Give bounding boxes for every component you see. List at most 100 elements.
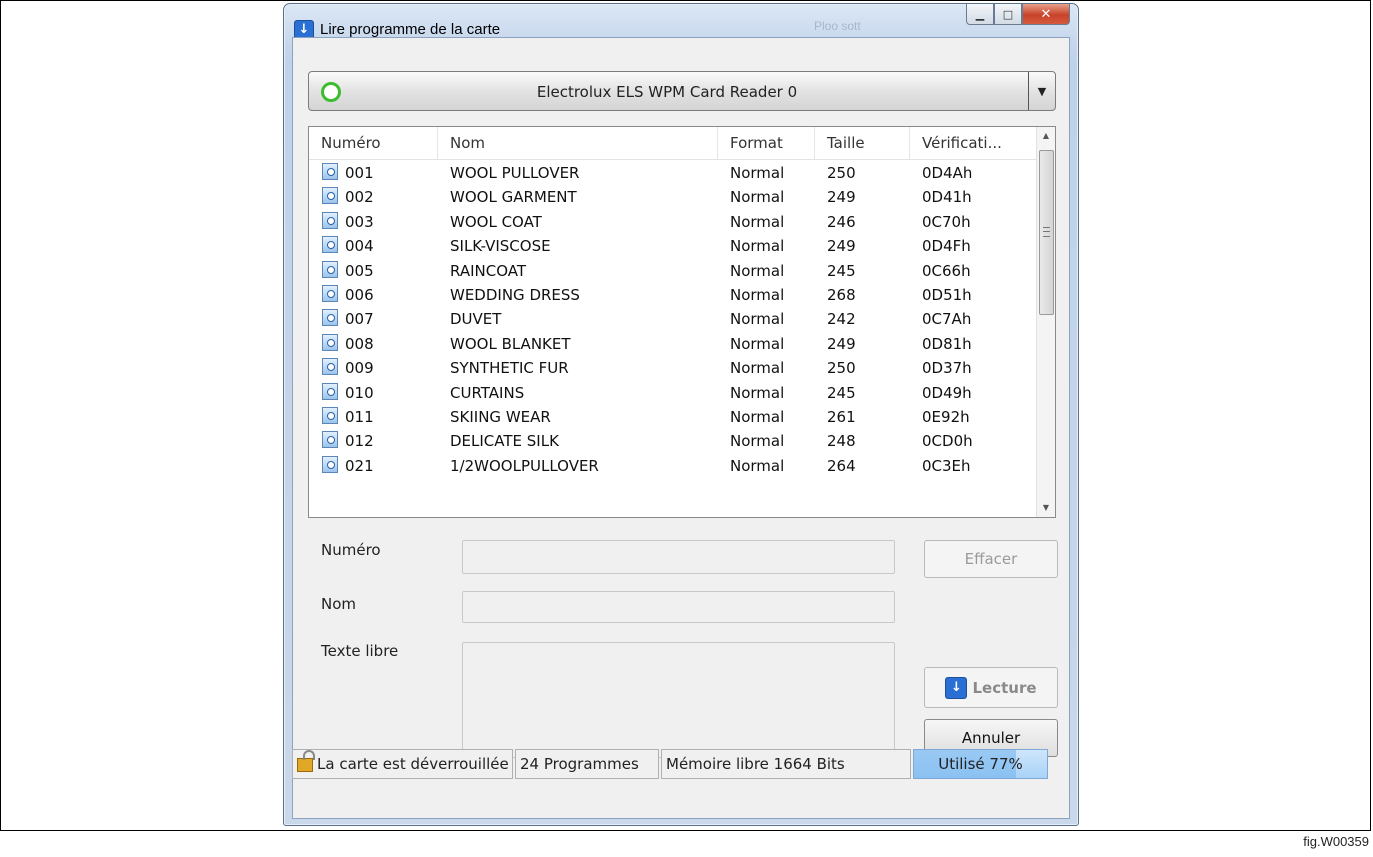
table-row[interactable]: 010 CURTAINS Normal 245 0D49h — [309, 381, 1037, 405]
table-row[interactable]: 006 WEDDING DRESS Normal 268 0D51h — [309, 283, 1037, 307]
row-format: Normal — [730, 407, 785, 426]
maximize-icon: □ — [1002, 7, 1014, 21]
row-size: 246 — [827, 212, 856, 231]
row-checksum: 0D4Ah — [922, 164, 973, 182]
row-name: WOOL COAT — [450, 212, 542, 231]
row-name: WOOL PULLOVER — [450, 164, 580, 182]
row-checksum: 0D41h — [922, 188, 972, 207]
row-number: 003 — [345, 212, 374, 231]
reader-select-label: Electrolux ELS WPM Card Reader 0 — [536, 83, 798, 101]
row-checksum: 0D81h — [922, 334, 972, 353]
program-file-icon — [322, 260, 338, 278]
cancel-button-label: Annuler — [961, 729, 1021, 747]
row-size: 245 — [827, 261, 856, 280]
table-row[interactable]: 005 RAINCOAT Normal 245 0C66h — [309, 259, 1037, 283]
free-text-label: Texte libre — [321, 642, 399, 660]
program-file-icon — [322, 163, 338, 180]
table-row[interactable]: 003 WOOL COAT Normal 246 0C70h — [309, 210, 1037, 234]
dialog-window: ↓ Lire programme de la carte Ploo sott ▁… — [283, 3, 1079, 826]
programs-count-text: 24 Programmes — [520, 755, 639, 773]
read-button[interactable]: ↓ Lecture — [924, 667, 1058, 708]
program-list[interactable]: Numéro Nom Format Taille Vérificati... 0… — [308, 126, 1056, 518]
row-name: CURTAINS — [450, 383, 525, 402]
table-row[interactable]: 001 WOOL PULLOVER Normal 250 0D4Ah — [309, 161, 1037, 185]
program-file-icon — [322, 358, 338, 376]
row-number: 005 — [345, 261, 374, 280]
vertical-scrollbar[interactable]: ▲ ▼ — [1036, 127, 1055, 517]
table-row[interactable]: 004 SILK-VISCOSE Normal 249 0D4Fh — [309, 234, 1037, 258]
dialog-client: Electrolux ELS WPM Card Reader 0 ▼ Numér… — [292, 37, 1070, 819]
minimize-icon: ▁ — [975, 7, 985, 21]
table-row[interactable]: 009 SYNTHETIC FUR Normal 250 0D37h — [309, 356, 1037, 380]
lock-status-panel: La carte est déverrouillée — [292, 749, 513, 779]
scroll-down-icon[interactable]: ▼ — [1037, 499, 1055, 517]
clear-button[interactable]: Effacer — [924, 540, 1058, 578]
row-number: 006 — [345, 285, 374, 304]
program-file-icon — [322, 455, 338, 473]
free-memory-panel: Mémoire libre 1664 Bits — [661, 749, 911, 779]
row-format: Normal — [730, 212, 785, 231]
scroll-up-icon[interactable]: ▲ — [1037, 127, 1055, 145]
row-size: 245 — [827, 383, 856, 402]
row-format: Normal — [730, 237, 785, 256]
close-button[interactable]: ✕ — [1022, 4, 1070, 25]
table-row[interactable]: 021 1/2WOOLPULLOVER Normal 264 0C3Eh — [309, 454, 1037, 478]
program-file-icon — [322, 382, 338, 400]
row-number: 021 — [345, 456, 374, 475]
row-name: SYNTHETIC FUR — [450, 359, 569, 378]
row-checksum: 0D49h — [922, 383, 972, 402]
program-file-icon — [322, 309, 338, 327]
row-size: 249 — [827, 334, 856, 353]
number-field[interactable] — [462, 540, 895, 574]
row-number: 007 — [345, 310, 374, 329]
minimize-button[interactable]: ▁ — [966, 4, 994, 25]
chevron-down-icon[interactable]: ▼ — [1028, 72, 1055, 110]
clear-button-label: Effacer — [964, 550, 1018, 568]
row-checksum: 0C70h — [922, 212, 971, 231]
table-row[interactable]: 008 WOOL BLANKET Normal 249 0D81h — [309, 332, 1037, 356]
row-format: Normal — [730, 285, 785, 304]
maximize-button[interactable]: □ — [994, 4, 1022, 25]
table-row[interactable]: 007 DUVET Normal 242 0C7Ah — [309, 307, 1037, 331]
grip-icon — [1043, 227, 1050, 237]
download-icon: ↓ — [945, 676, 968, 699]
free-text-area[interactable] — [462, 642, 895, 758]
row-size: 249 — [827, 188, 856, 207]
program-list-header: Numéro Nom Format Taille Vérificati... — [309, 127, 1037, 160]
program-file-icon — [322, 211, 338, 229]
row-size: 264 — [827, 456, 856, 475]
row-format: Normal — [730, 164, 785, 182]
column-header-checksum[interactable]: Vérificati... — [910, 127, 1039, 159]
programs-panel: 24 Programmes — [515, 749, 659, 779]
row-name: WOOL BLANKET — [450, 334, 571, 353]
row-format: Normal — [730, 188, 785, 207]
table-row[interactable]: 012 DELICATE SILK Normal 248 0CD0h — [309, 429, 1037, 453]
scrollbar-thumb[interactable] — [1039, 150, 1054, 315]
column-header-format[interactable]: Format — [718, 127, 815, 159]
table-row[interactable]: 002 WOOL GARMENT Normal 249 0D41h — [309, 185, 1037, 209]
free-memory-text: Mémoire libre 1664 Bits — [666, 755, 845, 773]
reader-select[interactable]: Electrolux ELS WPM Card Reader 0 ▼ — [308, 71, 1056, 111]
row-checksum: 0C7Ah — [922, 310, 972, 329]
row-checksum: 0D37h — [922, 359, 972, 378]
row-size: 250 — [827, 359, 856, 378]
table-row[interactable]: 011 SKIING WEAR Normal 261 0E92h — [309, 405, 1037, 429]
column-header-number[interactable]: Numéro — [309, 127, 438, 159]
row-name: RAINCOAT — [450, 261, 526, 280]
column-header-size[interactable]: Taille — [815, 127, 910, 159]
name-field[interactable] — [462, 591, 895, 623]
number-label: Numéro — [321, 541, 381, 559]
row-name: 1/2WOOLPULLOVER — [450, 456, 599, 475]
row-name: SKIING WEAR — [450, 407, 551, 426]
row-number: 009 — [345, 359, 374, 378]
row-name: SILK-VISCOSE — [450, 237, 551, 256]
row-size: 250 — [827, 164, 856, 182]
name-label: Nom — [321, 595, 357, 613]
row-size: 249 — [827, 237, 856, 256]
status-bar: La carte est déverrouillée 24 Programmes… — [292, 749, 1048, 779]
row-checksum: 0D51h — [922, 285, 972, 304]
unlocked-padlock-icon — [297, 750, 315, 772]
column-header-name[interactable]: Nom — [438, 127, 718, 159]
row-number: 001 — [345, 164, 374, 182]
memory-usage-text: Utilisé 77% — [938, 755, 1023, 773]
